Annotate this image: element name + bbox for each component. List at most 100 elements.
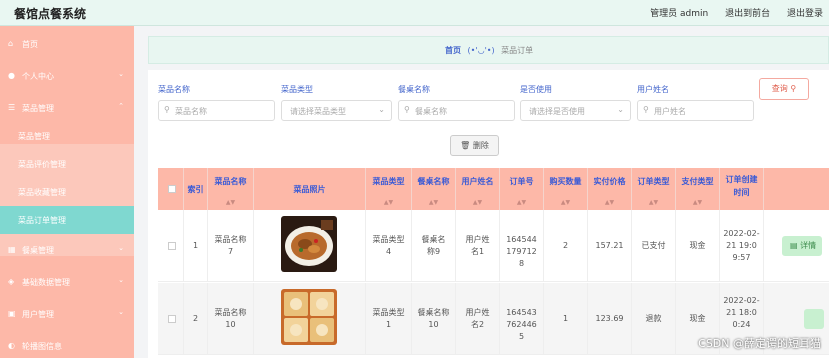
sidebar-subitem-label: 菜品订单管理 bbox=[18, 216, 66, 225]
row-checkbox[interactable] bbox=[168, 315, 176, 323]
cell-qty: 2 bbox=[562, 241, 569, 250]
sidebar-item-dish-management[interactable]: ☰ 菜品管理 ⌃ bbox=[0, 92, 134, 124]
cell-dish-name: 菜品名称10 bbox=[214, 308, 247, 329]
delete-button[interactable]: 🗑 删除 bbox=[450, 135, 499, 156]
breadcrumb: 首页 (•'◡'•) 菜品订单 bbox=[148, 36, 829, 64]
chevron-down-icon: ⌄ bbox=[118, 70, 124, 78]
sidebar-item-table-management[interactable]: ▦ 餐桌管理 ⌄ bbox=[0, 234, 134, 266]
cell-order-type: 已支付 bbox=[641, 241, 666, 250]
header-table-name[interactable]: 餐桌名称 ▲▼ bbox=[412, 168, 456, 210]
admin-user-label: 管理员 admin bbox=[650, 9, 709, 19]
cell-table-name: 餐桌名称9 bbox=[421, 235, 446, 256]
cell-created: 2022-02-21 18:00:24 bbox=[723, 296, 760, 329]
search-icon: ⚲ bbox=[164, 105, 170, 114]
table-name-input[interactable]: ⚲ 餐桌名称 bbox=[398, 100, 515, 121]
sidebar-subitem-dish-favorite[interactable]: 菜品收藏管理 bbox=[0, 178, 134, 206]
chevron-down-icon: ⌄ bbox=[118, 244, 124, 252]
sort-icon: ▲▼ bbox=[516, 199, 527, 206]
user-name-input[interactable]: ⚲ 用户姓名 bbox=[637, 100, 754, 121]
cell-index: 1 bbox=[192, 241, 199, 250]
sidebar-item-label: 菜品管理 bbox=[22, 104, 54, 113]
sort-icon: ▲▼ bbox=[225, 199, 236, 206]
header-dish-type[interactable]: 菜品类型 ▲▼ bbox=[366, 168, 412, 210]
in-use-select[interactable]: 请选择是否使用 ⌄ bbox=[520, 100, 631, 121]
chevron-up-icon: ⌃ bbox=[118, 102, 124, 110]
dish-type-label: 菜品类型 bbox=[281, 85, 313, 94]
sidebar-item-user-management[interactable]: ▣ 用户管理 ⌄ bbox=[0, 298, 134, 330]
header-qty[interactable]: 购买数量 ▲▼ bbox=[544, 168, 588, 210]
header-order-type[interactable]: 订单类型 ▲▼ bbox=[632, 168, 676, 210]
row-checkbox[interactable] bbox=[168, 242, 176, 250]
dish-type-select[interactable]: 请选择菜品类型 ⌄ bbox=[281, 100, 392, 121]
header-photo[interactable]: 菜品照片 bbox=[254, 168, 366, 210]
header-pay-type[interactable]: 支付类型 ▲▼ bbox=[676, 168, 720, 210]
top-bar: 餐馆点餐系统 管理员 admin 退出到前台 退出登录 bbox=[0, 0, 829, 26]
sidebar-subitem-dish[interactable]: 菜品管理 bbox=[0, 122, 134, 150]
search-icon: ⚲ bbox=[643, 105, 649, 114]
sidebar-item-base-data[interactable]: ◈ 基础数据管理 ⌄ bbox=[0, 266, 134, 298]
header-order-no[interactable]: 订单号 ▲▼ bbox=[500, 168, 544, 210]
user-icon: ● bbox=[8, 71, 15, 80]
exit-to-front-link[interactable]: 退出到前台 bbox=[725, 9, 770, 19]
cell-qty: 1 bbox=[562, 314, 569, 323]
cell-order-no: 1645441797128 bbox=[506, 235, 537, 268]
app-title: 餐馆点餐系统 bbox=[14, 7, 87, 21]
detail-button[interactable]: ▤ 详情 bbox=[782, 236, 822, 256]
query-button[interactable]: 查询 ⚲ bbox=[759, 78, 809, 100]
cell-order-type: 退款 bbox=[645, 314, 662, 323]
chevron-down-icon: ⌄ bbox=[118, 308, 124, 316]
sidebar-subitem-dish-review[interactable]: 菜品评价管理 bbox=[0, 150, 134, 178]
sidebar-item-label: 首页 bbox=[22, 40, 38, 49]
chevron-down-icon: ⌄ bbox=[118, 276, 124, 284]
input-placeholder: 用户姓名 bbox=[654, 107, 686, 116]
header-price[interactable]: 实付价格 ▲▼ bbox=[588, 168, 632, 210]
sidebar-item-home[interactable]: ⌂ 首页 bbox=[0, 28, 134, 60]
sidebar-item-label: 基础数据管理 bbox=[22, 278, 70, 287]
cell-index: 2 bbox=[192, 314, 199, 323]
sort-icon: ▲▼ bbox=[648, 199, 659, 206]
header-index: 索引 bbox=[184, 168, 208, 210]
select-all-checkbox[interactable] bbox=[168, 185, 176, 193]
select-placeholder: 请选择菜品类型 bbox=[290, 107, 346, 116]
sidebar-subitem-label: 菜品管理 bbox=[18, 132, 50, 141]
cell-price: 157.21 bbox=[595, 241, 624, 250]
search-icon: ⚲ bbox=[404, 105, 410, 114]
table-name-label: 餐桌名称 bbox=[398, 85, 430, 94]
sidebar-item-personal[interactable]: ● 个人中心 ⌄ bbox=[0, 60, 134, 92]
menu-icon: ☰ bbox=[8, 103, 16, 112]
top-right-links: 管理员 admin 退出到前台 退出登录 bbox=[636, 6, 823, 19]
dish-photo bbox=[281, 216, 337, 272]
table-header: 索引 菜品名称 ▲▼ 菜品照片 菜品类型 ▲▼ 餐桌名称 ▲▼ 用户姓名 ▲▼ bbox=[158, 168, 829, 210]
sidebar-subitem-label: 菜品评价管理 bbox=[18, 160, 66, 169]
sidebar: ⌂ 首页 ● 个人中心 ⌄ ☰ 菜品管理 ⌃ 菜品管理 菜品评价管理 菜品收藏管… bbox=[0, 26, 134, 358]
header-select-all bbox=[158, 168, 184, 210]
header-created[interactable]: 订单创建时间 bbox=[720, 168, 764, 210]
sort-icon: ▲▼ bbox=[560, 199, 571, 206]
header-actions bbox=[764, 168, 829, 210]
cell-pay-type: 现金 bbox=[689, 241, 706, 250]
sidebar-item-label: 用户管理 bbox=[22, 310, 54, 319]
cell-pay-type: 现金 bbox=[689, 314, 706, 323]
logout-link[interactable]: 退出登录 bbox=[787, 9, 823, 19]
breadcrumb-home[interactable]: 首页 bbox=[445, 46, 461, 55]
table-icon: ▦ bbox=[8, 245, 16, 254]
sidebar-item-carousel[interactable]: ◐ 轮播图信息 bbox=[0, 330, 134, 358]
database-icon: ◈ bbox=[8, 277, 15, 286]
sidebar-item-label: 个人中心 bbox=[22, 72, 54, 81]
sidebar-subitem-dish-order[interactable]: 菜品订单管理 bbox=[0, 206, 134, 234]
query-button-label: 查询 bbox=[771, 84, 788, 93]
dish-name-input[interactable]: ⚲ 菜品名称 bbox=[158, 100, 275, 121]
user-name-label: 用户姓名 bbox=[637, 85, 669, 94]
in-use-label: 是否使用 bbox=[520, 85, 552, 94]
header-dish-name[interactable]: 菜品名称 ▲▼ bbox=[208, 168, 254, 210]
home-icon: ⌂ bbox=[8, 39, 14, 48]
cell-created: 2022-02-21 19:09:57 bbox=[723, 229, 760, 262]
cell-dish-type: 菜品类型1 bbox=[372, 308, 405, 329]
chevron-down-icon: ⌄ bbox=[378, 105, 385, 114]
trash-icon: 🗑 bbox=[460, 141, 471, 150]
detail-button[interactable] bbox=[804, 309, 824, 329]
cell-user-name: 用户姓名2 bbox=[465, 308, 490, 329]
header-user-name[interactable]: 用户姓名 ▲▼ bbox=[456, 168, 500, 210]
cell-order-no: 1645437624465 bbox=[506, 308, 537, 341]
sidebar-subitem-label: 菜品收藏管理 bbox=[18, 188, 66, 197]
